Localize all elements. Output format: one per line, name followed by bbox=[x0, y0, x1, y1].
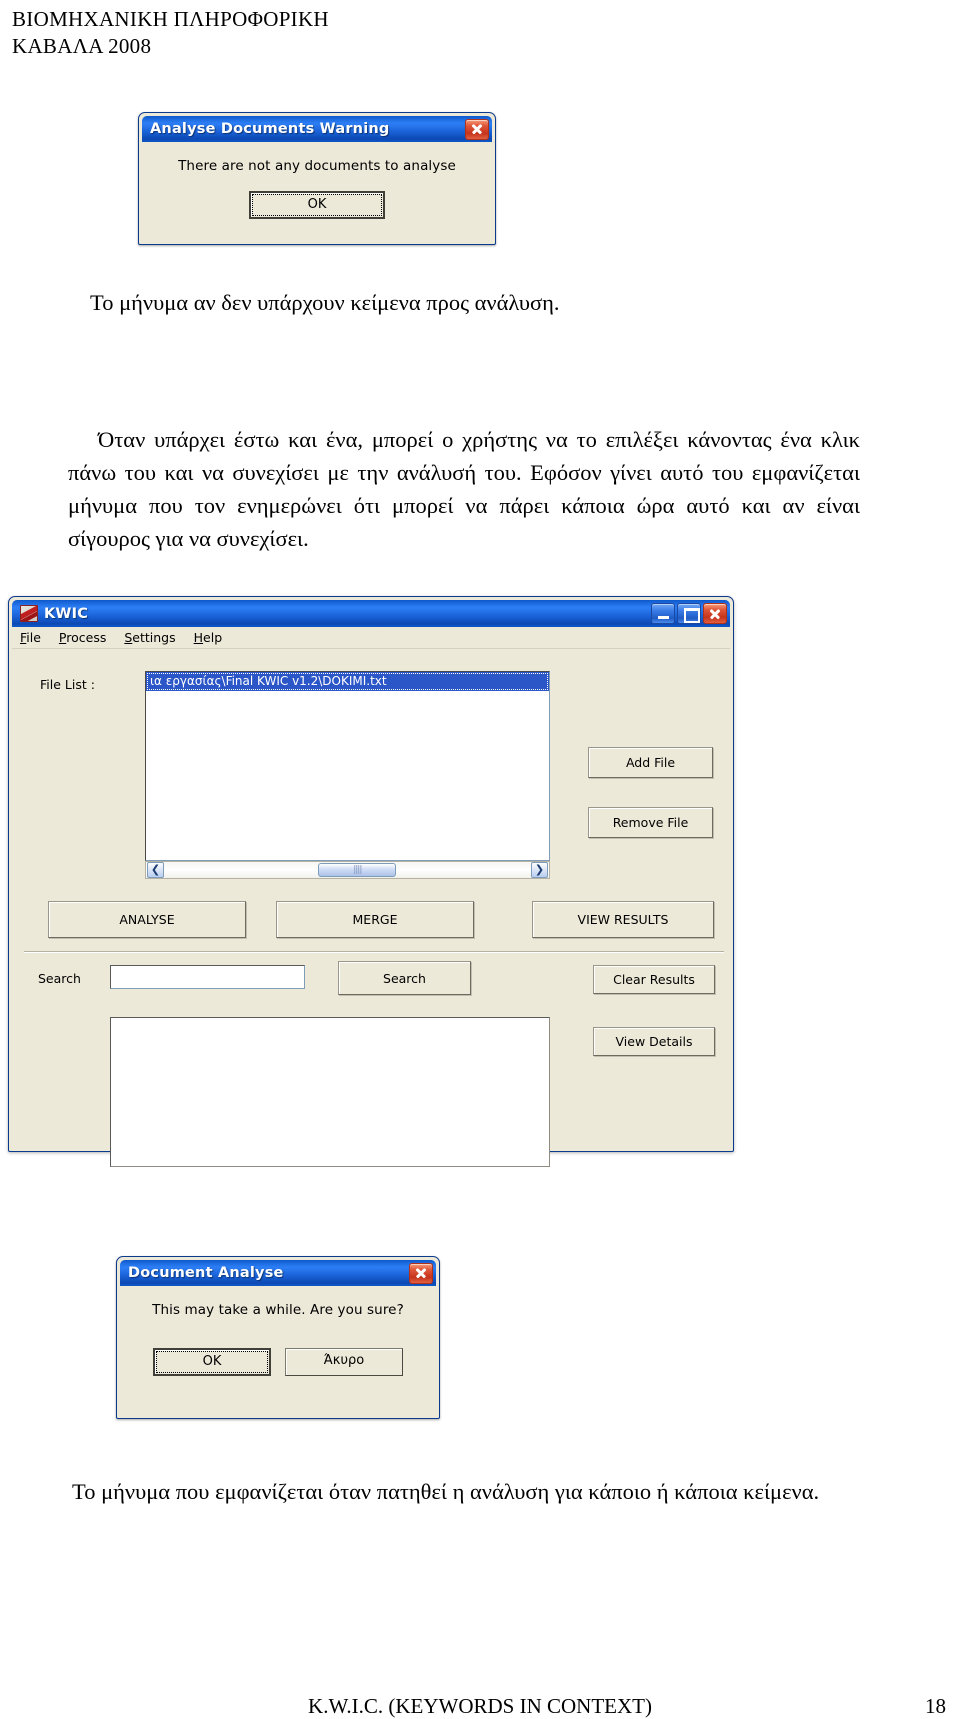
analyse-dialog-message: This may take a while. Are you sure? bbox=[152, 1302, 404, 1318]
warning-dialog-buttons: OK bbox=[142, 174, 492, 229]
warning-dialog-title: Analyse Documents Warning bbox=[150, 121, 390, 137]
file-list-item[interactable]: ια εργασίας\Final KWIC v1.2\DOKIMI.txt bbox=[146, 672, 549, 691]
file-list-label: File List : bbox=[40, 677, 95, 692]
warning-dialog-body: There are not any documents to analyse O… bbox=[142, 142, 492, 242]
analyse-dialog-title: Document Analyse bbox=[128, 1265, 284, 1281]
kwic-menubar: File Process Settings Help bbox=[12, 627, 730, 649]
body-paragraph: Όταν υπάρχει έστω και ένα, μπορεί ο χρήσ… bbox=[68, 427, 860, 552]
results-textarea[interactable] bbox=[110, 1017, 550, 1167]
header-line-1: ΒΙΟΜΗΧΑΝΙΚΗ ΠΛΗΡΟΦΟΡΙΚΗ bbox=[12, 7, 329, 31]
minimize-icon[interactable] bbox=[651, 603, 675, 624]
search-label: Search bbox=[38, 971, 81, 986]
kwic-titlebar: KWIC bbox=[12, 600, 730, 627]
section-divider bbox=[24, 951, 724, 953]
document-analyse-dialog: Document Analyse This may take a while. … bbox=[116, 1256, 440, 1419]
maximize-icon[interactable] bbox=[677, 603, 701, 624]
analyse-ok-button[interactable]: OK bbox=[153, 1348, 271, 1376]
header-line-2: ΚΑΒΑΛΑ 2008 bbox=[12, 33, 152, 58]
search-button[interactable]: Search bbox=[338, 961, 471, 995]
analyse-button[interactable]: ANALYSE bbox=[48, 901, 246, 938]
analyse-dialog-titlebar: Document Analyse bbox=[120, 1260, 436, 1286]
analyse-documents-warning-dialog: Analyse Documents Warning There are not … bbox=[138, 112, 496, 245]
menu-file[interactable]: File bbox=[20, 630, 41, 645]
menu-help[interactable]: Help bbox=[194, 630, 223, 645]
view-details-button[interactable]: View Details bbox=[593, 1027, 715, 1056]
warning-dialog-titlebar: Analyse Documents Warning bbox=[142, 116, 492, 142]
chevron-left-icon[interactable]: ❮ bbox=[147, 862, 164, 878]
file-list-box[interactable]: ια εργασίας\Final KWIC v1.2\DOKIMI.txt bbox=[145, 671, 550, 861]
kwic-client-area: File List : ια εργασίας\Final KWIC v1.2\… bbox=[12, 649, 730, 1167]
close-icon[interactable] bbox=[465, 118, 489, 140]
search-input[interactable] bbox=[110, 965, 305, 989]
remove-file-button[interactable]: Remove File bbox=[588, 807, 713, 838]
chevron-right-icon[interactable]: ❯ bbox=[531, 862, 548, 878]
caption-under-analyse-dialog: Το μήνυμα που εμφανίζεται όταν πατηθεί η… bbox=[72, 1479, 820, 1504]
view-results-button[interactable]: VIEW RESULTS bbox=[532, 901, 714, 938]
merge-button[interactable]: MERGE bbox=[276, 901, 474, 938]
scrollbar-thumb[interactable] bbox=[318, 863, 397, 877]
document-header: ΒΙΟΜΗΧΑΝΙΚΗ ΠΛΗΡΟΦΟΡΙΚΗ ΚΑΒΑΛΑ 2008 bbox=[12, 6, 329, 60]
menu-process[interactable]: Process bbox=[59, 630, 106, 645]
caption-under-warning-dialog: Το μήνυμα αν δεν υπάρχουν κείμενα προς α… bbox=[90, 290, 560, 315]
clear-results-button[interactable]: Clear Results bbox=[593, 965, 715, 994]
analyse-dialog-buttons: OK Άκυρο bbox=[120, 1318, 436, 1386]
file-list-horizontal-scrollbar[interactable]: ❮ ❯ bbox=[145, 861, 550, 879]
warning-dialog-message: There are not any documents to analyse bbox=[178, 158, 456, 174]
close-icon[interactable] bbox=[703, 603, 727, 624]
analyse-dialog-body: This may take a while. Are you sure? OK … bbox=[120, 1286, 436, 1416]
warning-ok-button[interactable]: OK bbox=[249, 191, 385, 219]
analyse-cancel-button[interactable]: Άκυρο bbox=[285, 1348, 403, 1376]
kwic-app-icon bbox=[20, 605, 38, 622]
close-icon[interactable] bbox=[409, 1262, 433, 1284]
menu-settings[interactable]: Settings bbox=[124, 630, 175, 645]
scrollbar-track[interactable] bbox=[165, 862, 530, 878]
kwic-window-title: KWIC bbox=[44, 605, 89, 622]
add-file-button[interactable]: Add File bbox=[588, 747, 713, 778]
kwic-application-window: KWIC File Process Settings Help File Lis… bbox=[8, 596, 734, 1167]
